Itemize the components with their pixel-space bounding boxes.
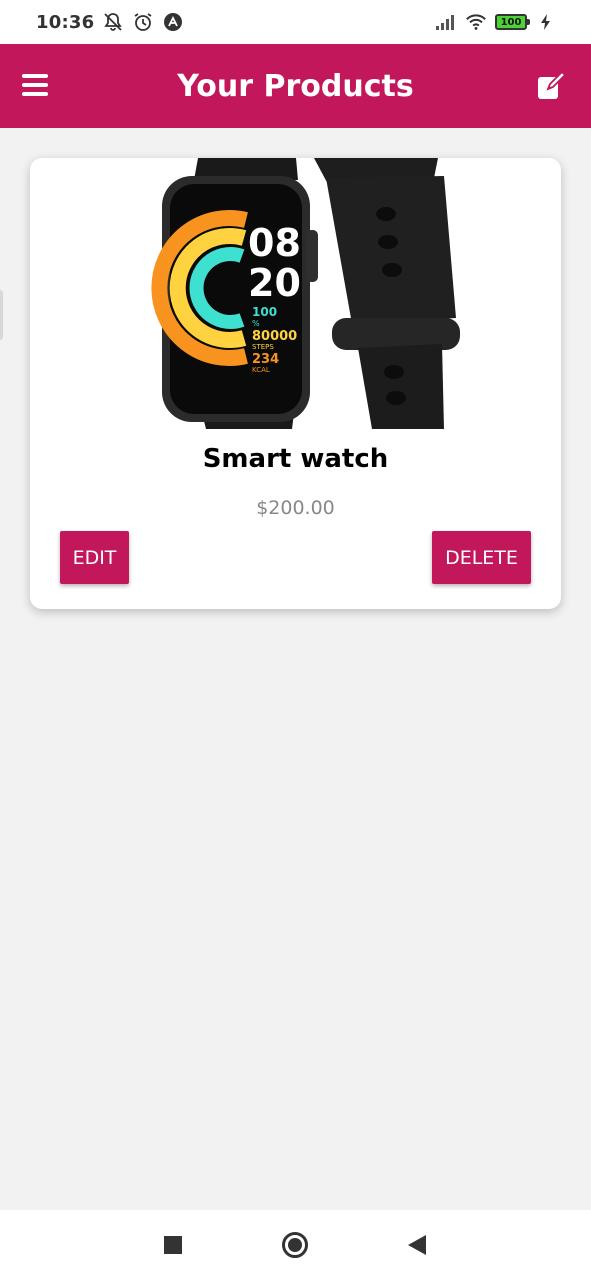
charging-icon (535, 11, 557, 33)
status-time: 10:36 (36, 11, 95, 33)
home-icon[interactable] (282, 1232, 308, 1258)
watch-percent: 100 (252, 305, 277, 319)
watch-kcal: 234 (252, 352, 279, 367)
edit-icon[interactable] (535, 70, 567, 102)
status-bar: 10:36 100 (0, 0, 591, 44)
battery-icon: 100 (495, 14, 530, 30)
system-nav-bar (0, 1210, 591, 1280)
watch-steps-label: STEPS (252, 343, 274, 351)
delete-button[interactable]: DELETE (432, 531, 531, 584)
watch-steps: 80000 (252, 329, 297, 344)
product-card: 08 20 100 % 80000 STEPS 234 KCAL Smart w… (30, 158, 561, 609)
signal-icon (435, 11, 457, 33)
watch-hours: 08 (248, 221, 301, 265)
product-title: Smart watch (202, 444, 389, 474)
page-title: Your Products (177, 68, 414, 104)
menu-icon[interactable] (22, 74, 48, 98)
app-notification-icon (162, 11, 184, 33)
edit-button[interactable]: EDIT (60, 531, 129, 584)
app-bar: Your Products (0, 44, 591, 128)
wifi-icon (465, 11, 487, 33)
status-right: 100 (435, 11, 557, 33)
drawer-handle[interactable] (0, 290, 3, 340)
status-left: 10:36 (36, 11, 184, 33)
watch-minutes: 20 (248, 261, 301, 305)
smart-watch-image: 08 20 100 % 80000 STEPS 234 KCAL (126, 158, 470, 429)
muted-bell-icon (102, 11, 124, 33)
watch-percent-unit: % (252, 319, 260, 328)
alarm-clock-icon (132, 11, 154, 33)
recent-apps-icon[interactable] (164, 1236, 182, 1254)
back-icon[interactable] (407, 1234, 427, 1256)
product-price: $200.00 (256, 497, 335, 519)
watch-kcal-label: KCAL (252, 366, 270, 374)
